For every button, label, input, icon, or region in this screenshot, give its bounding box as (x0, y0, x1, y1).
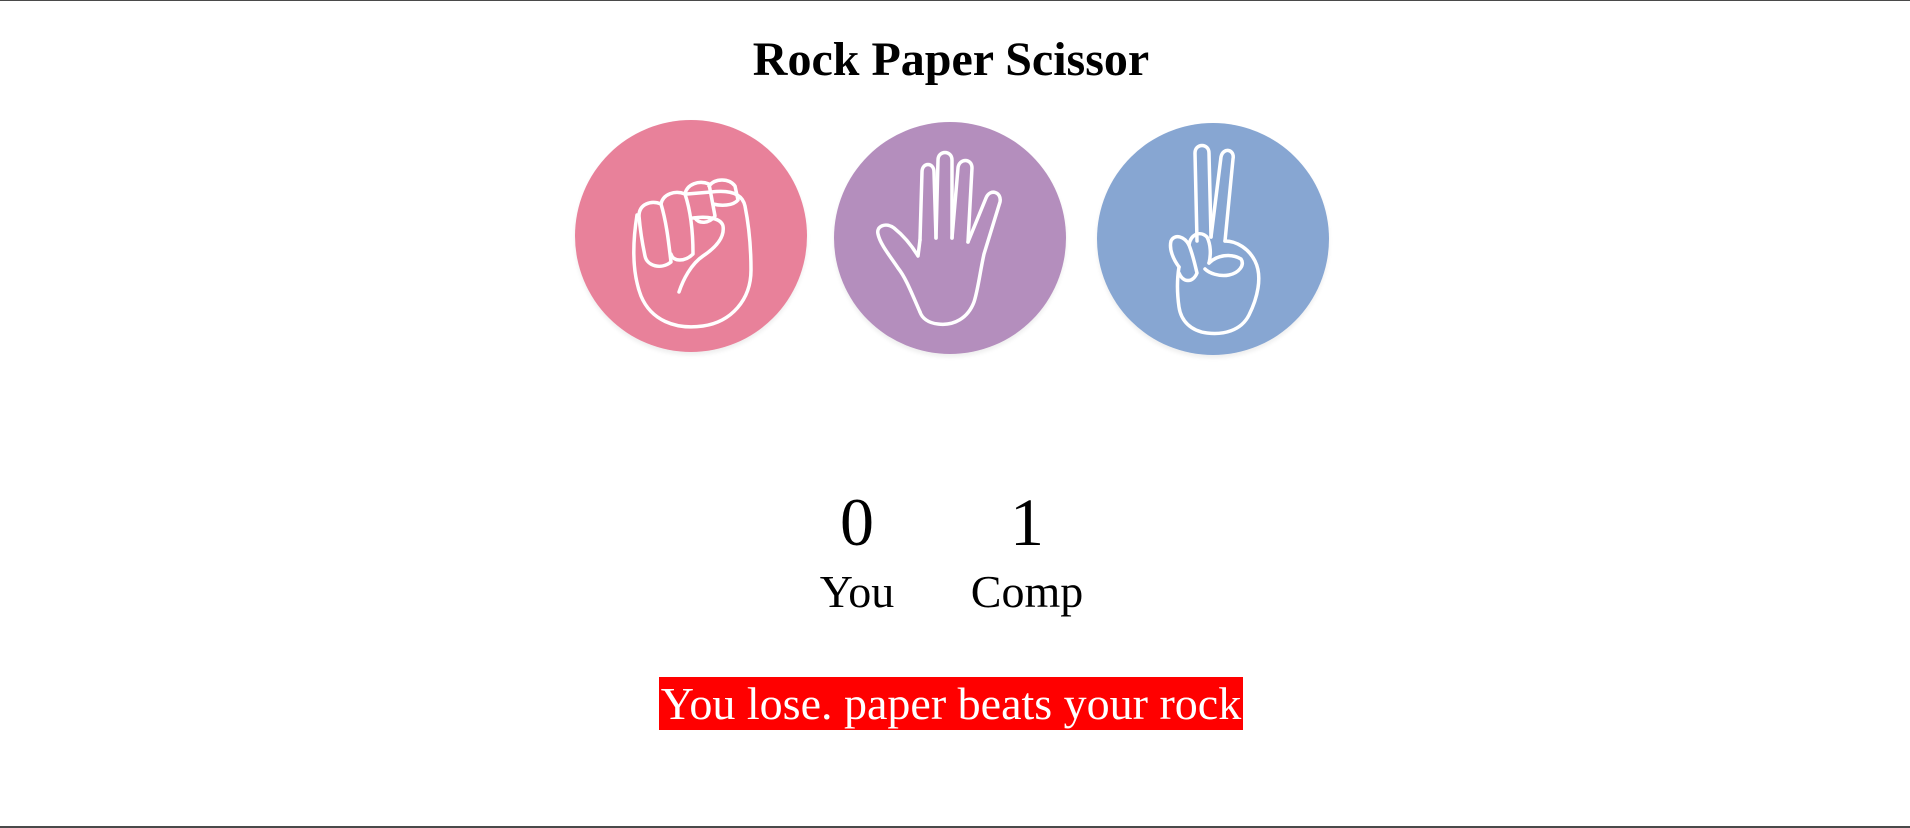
result-message-container: You lose. paper beats your rock (0, 677, 1902, 730)
rock-choice-button[interactable] (575, 120, 807, 352)
scissors-circle-background (1097, 123, 1329, 355)
choices-container (575, 120, 1335, 365)
result-message: You lose. paper beats your rock (658, 677, 1244, 730)
user-score-value: 0 (840, 484, 874, 560)
scissors-choice-button[interactable] (1097, 123, 1329, 355)
comp-score-panel: 1 Comp (957, 480, 1097, 620)
rock-fist-icon (575, 120, 807, 352)
comp-score-label: Comp (970, 566, 1084, 617)
scissors-peace-hand-icon (1097, 123, 1329, 355)
user-score-label: You (819, 566, 895, 617)
page-title: Rock Paper Scissor (752, 33, 1150, 86)
paper-choice-button[interactable] (834, 122, 1066, 354)
window-top-border (0, 0, 1910, 1)
comp-score-value: 1 (1010, 484, 1044, 560)
paper-open-hand-icon (834, 122, 1066, 354)
user-score-panel: 0 You (787, 480, 927, 620)
